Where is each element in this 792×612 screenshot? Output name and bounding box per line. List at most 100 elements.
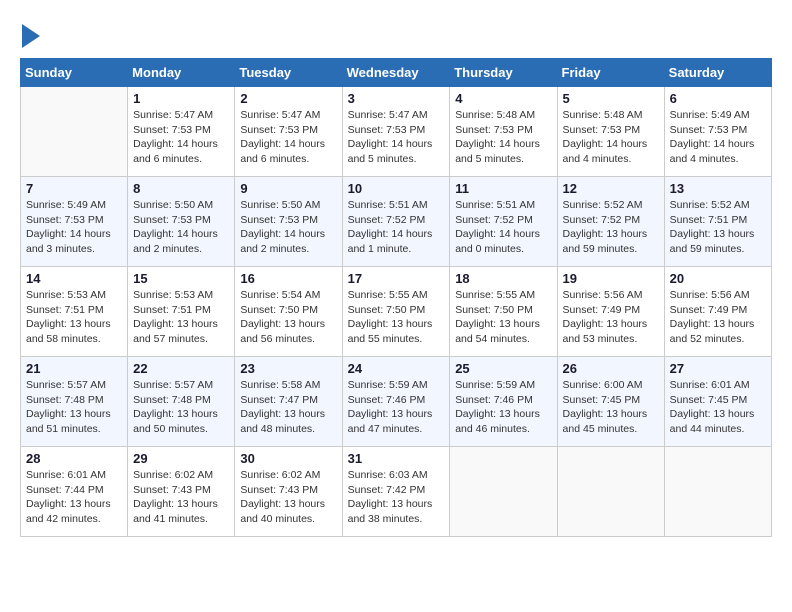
- calendar-week-2: 7 Sunrise: 5:49 AMSunset: 7:53 PMDaylight…: [21, 177, 772, 267]
- calendar-cell: 7 Sunrise: 5:49 AMSunset: 7:53 PMDaylight…: [21, 177, 128, 267]
- day-info: Sunrise: 5:56 AMSunset: 7:49 PMDaylight:…: [670, 288, 766, 347]
- day-info: Sunrise: 5:52 AMSunset: 7:52 PMDaylight:…: [563, 198, 659, 257]
- day-info: Sunrise: 5:50 AMSunset: 7:53 PMDaylight:…: [240, 198, 336, 257]
- day-number: 5: [563, 91, 659, 106]
- day-info: Sunrise: 6:03 AMSunset: 7:42 PMDaylight:…: [348, 468, 445, 527]
- day-info: Sunrise: 5:59 AMSunset: 7:46 PMDaylight:…: [455, 378, 551, 437]
- day-number: 27: [670, 361, 766, 376]
- day-info: Sunrise: 5:54 AMSunset: 7:50 PMDaylight:…: [240, 288, 336, 347]
- day-number: 2: [240, 91, 336, 106]
- day-info: Sunrise: 6:02 AMSunset: 7:43 PMDaylight:…: [133, 468, 229, 527]
- day-number: 30: [240, 451, 336, 466]
- calendar-cell: 20Sunrise: 5:56 AMSunset: 7:49 PMDayligh…: [664, 267, 771, 357]
- calendar-week-3: 14 Sunrise: 5:53 AMSunset: 7:51 PMDayligh…: [21, 267, 772, 357]
- calendar-header: SundayMondayTuesdayWednesdayThursdayFrid…: [21, 59, 772, 87]
- day-number: 7: [26, 181, 122, 196]
- day-number: 13: [670, 181, 766, 196]
- day-info: Sunrise: 5:49 AMSunset: 7:53 PMDaylight:…: [670, 108, 766, 167]
- day-info: Sunrise: 5:57 AMSunset: 7:48 PMDaylight:…: [133, 378, 229, 437]
- day-number: 29: [133, 451, 229, 466]
- calendar-cell: 1 Sunrise: 5:47 AMSunset: 7:53 PMDaylight…: [128, 87, 235, 177]
- calendar-cell: [557, 447, 664, 537]
- day-number: 25: [455, 361, 551, 376]
- day-info: Sunrise: 5:48 AMSunset: 7:53 PMDaylight:…: [563, 108, 659, 167]
- day-info: Sunrise: 5:52 AMSunset: 7:51 PMDaylight:…: [670, 198, 766, 257]
- calendar-cell: 28 Sunrise: 6:01 AMSunset: 7:44 PMDayligh…: [21, 447, 128, 537]
- calendar-cell: 30 Sunrise: 6:02 AMSunset: 7:43 PMDayligh…: [235, 447, 342, 537]
- calendar-cell: 5 Sunrise: 5:48 AMSunset: 7:53 PMDaylight…: [557, 87, 664, 177]
- day-number: 9: [240, 181, 336, 196]
- day-number: 3: [348, 91, 445, 106]
- calendar-table: SundayMondayTuesdayWednesdayThursdayFrid…: [20, 58, 772, 537]
- day-info: Sunrise: 5:56 AMSunset: 7:49 PMDaylight:…: [563, 288, 659, 347]
- calendar-body: 1 Sunrise: 5:47 AMSunset: 7:53 PMDaylight…: [21, 87, 772, 537]
- day-info: Sunrise: 5:55 AMSunset: 7:50 PMDaylight:…: [455, 288, 551, 347]
- day-info: Sunrise: 5:58 AMSunset: 7:47 PMDaylight:…: [240, 378, 336, 437]
- calendar-cell: 10Sunrise: 5:51 AMSunset: 7:52 PMDayligh…: [342, 177, 450, 267]
- day-number: 14: [26, 271, 122, 286]
- day-info: Sunrise: 5:51 AMSunset: 7:52 PMDaylight:…: [348, 198, 445, 257]
- day-number: 22: [133, 361, 229, 376]
- day-info: Sunrise: 6:01 AMSunset: 7:45 PMDaylight:…: [670, 378, 766, 437]
- calendar-cell: 17Sunrise: 5:55 AMSunset: 7:50 PMDayligh…: [342, 267, 450, 357]
- logo: [20, 20, 40, 48]
- day-info: Sunrise: 5:53 AMSunset: 7:51 PMDaylight:…: [26, 288, 122, 347]
- calendar-cell: 23 Sunrise: 5:58 AMSunset: 7:47 PMDayligh…: [235, 357, 342, 447]
- day-number: 31: [348, 451, 445, 466]
- day-number: 11: [455, 181, 551, 196]
- calendar-cell: 13 Sunrise: 5:52 AMSunset: 7:51 PMDayligh…: [664, 177, 771, 267]
- day-info: Sunrise: 6:01 AMSunset: 7:44 PMDaylight:…: [26, 468, 122, 527]
- calendar-cell: 12 Sunrise: 5:52 AMSunset: 7:52 PMDayligh…: [557, 177, 664, 267]
- day-info: Sunrise: 5:55 AMSunset: 7:50 PMDaylight:…: [348, 288, 445, 347]
- day-number: 4: [455, 91, 551, 106]
- calendar-cell: 15Sunrise: 5:53 AMSunset: 7:51 PMDayligh…: [128, 267, 235, 357]
- calendar-cell: [21, 87, 128, 177]
- day-header-friday: Friday: [557, 59, 664, 87]
- day-header-thursday: Thursday: [450, 59, 557, 87]
- calendar-cell: 31 Sunrise: 6:03 AMSunset: 7:42 PMDayligh…: [342, 447, 450, 537]
- calendar-cell: 11Sunrise: 5:51 AMSunset: 7:52 PMDayligh…: [450, 177, 557, 267]
- day-info: Sunrise: 5:59 AMSunset: 7:46 PMDaylight:…: [348, 378, 445, 437]
- calendar-cell: 19 Sunrise: 5:56 AMSunset: 7:49 PMDayligh…: [557, 267, 664, 357]
- calendar-cell: 3Sunrise: 5:47 AMSunset: 7:53 PMDaylight…: [342, 87, 450, 177]
- calendar-cell: [450, 447, 557, 537]
- day-number: 1: [133, 91, 229, 106]
- calendar-cell: 18 Sunrise: 5:55 AMSunset: 7:50 PMDayligh…: [450, 267, 557, 357]
- day-number: 19: [563, 271, 659, 286]
- calendar-week-1: 1 Sunrise: 5:47 AMSunset: 7:53 PMDaylight…: [21, 87, 772, 177]
- day-info: Sunrise: 5:48 AMSunset: 7:53 PMDaylight:…: [455, 108, 551, 167]
- day-number: 12: [563, 181, 659, 196]
- calendar-cell: 2 Sunrise: 5:47 AMSunset: 7:53 PMDaylight…: [235, 87, 342, 177]
- calendar-cell: 24 Sunrise: 5:59 AMSunset: 7:46 PMDayligh…: [342, 357, 450, 447]
- calendar-week-4: 21 Sunrise: 5:57 AMSunset: 7:48 PMDayligh…: [21, 357, 772, 447]
- day-header-tuesday: Tuesday: [235, 59, 342, 87]
- day-number: 21: [26, 361, 122, 376]
- day-info: Sunrise: 5:47 AMSunset: 7:53 PMDaylight:…: [240, 108, 336, 167]
- day-number: 24: [348, 361, 445, 376]
- day-header-monday: Monday: [128, 59, 235, 87]
- day-number: 8: [133, 181, 229, 196]
- day-header-saturday: Saturday: [664, 59, 771, 87]
- calendar-cell: 8 Sunrise: 5:50 AMSunset: 7:53 PMDaylight…: [128, 177, 235, 267]
- calendar-cell: 25 Sunrise: 5:59 AMSunset: 7:46 PMDayligh…: [450, 357, 557, 447]
- calendar-cell: [664, 447, 771, 537]
- calendar-cell: 22 Sunrise: 5:57 AMSunset: 7:48 PMDayligh…: [128, 357, 235, 447]
- calendar-cell: 26Sunrise: 6:00 AMSunset: 7:45 PMDayligh…: [557, 357, 664, 447]
- day-number: 6: [670, 91, 766, 106]
- day-number: 15: [133, 271, 229, 286]
- day-info: Sunrise: 6:02 AMSunset: 7:43 PMDaylight:…: [240, 468, 336, 527]
- day-info: Sunrise: 5:57 AMSunset: 7:48 PMDaylight:…: [26, 378, 122, 437]
- day-number: 16: [240, 271, 336, 286]
- calendar-cell: 4 Sunrise: 5:48 AMSunset: 7:53 PMDaylight…: [450, 87, 557, 177]
- day-number: 23: [240, 361, 336, 376]
- day-info: Sunrise: 5:49 AMSunset: 7:53 PMDaylight:…: [26, 198, 122, 257]
- calendar-cell: 6 Sunrise: 5:49 AMSunset: 7:53 PMDaylight…: [664, 87, 771, 177]
- calendar-cell: 9 Sunrise: 5:50 AMSunset: 7:53 PMDaylight…: [235, 177, 342, 267]
- calendar-week-5: 28 Sunrise: 6:01 AMSunset: 7:44 PMDayligh…: [21, 447, 772, 537]
- calendar-cell: 16 Sunrise: 5:54 AMSunset: 7:50 PMDayligh…: [235, 267, 342, 357]
- day-number: 18: [455, 271, 551, 286]
- day-number: 28: [26, 451, 122, 466]
- calendar-cell: 14 Sunrise: 5:53 AMSunset: 7:51 PMDayligh…: [21, 267, 128, 357]
- day-info: Sunrise: 5:50 AMSunset: 7:53 PMDaylight:…: [133, 198, 229, 257]
- day-info: Sunrise: 5:47 AMSunset: 7:53 PMDaylight:…: [133, 108, 229, 167]
